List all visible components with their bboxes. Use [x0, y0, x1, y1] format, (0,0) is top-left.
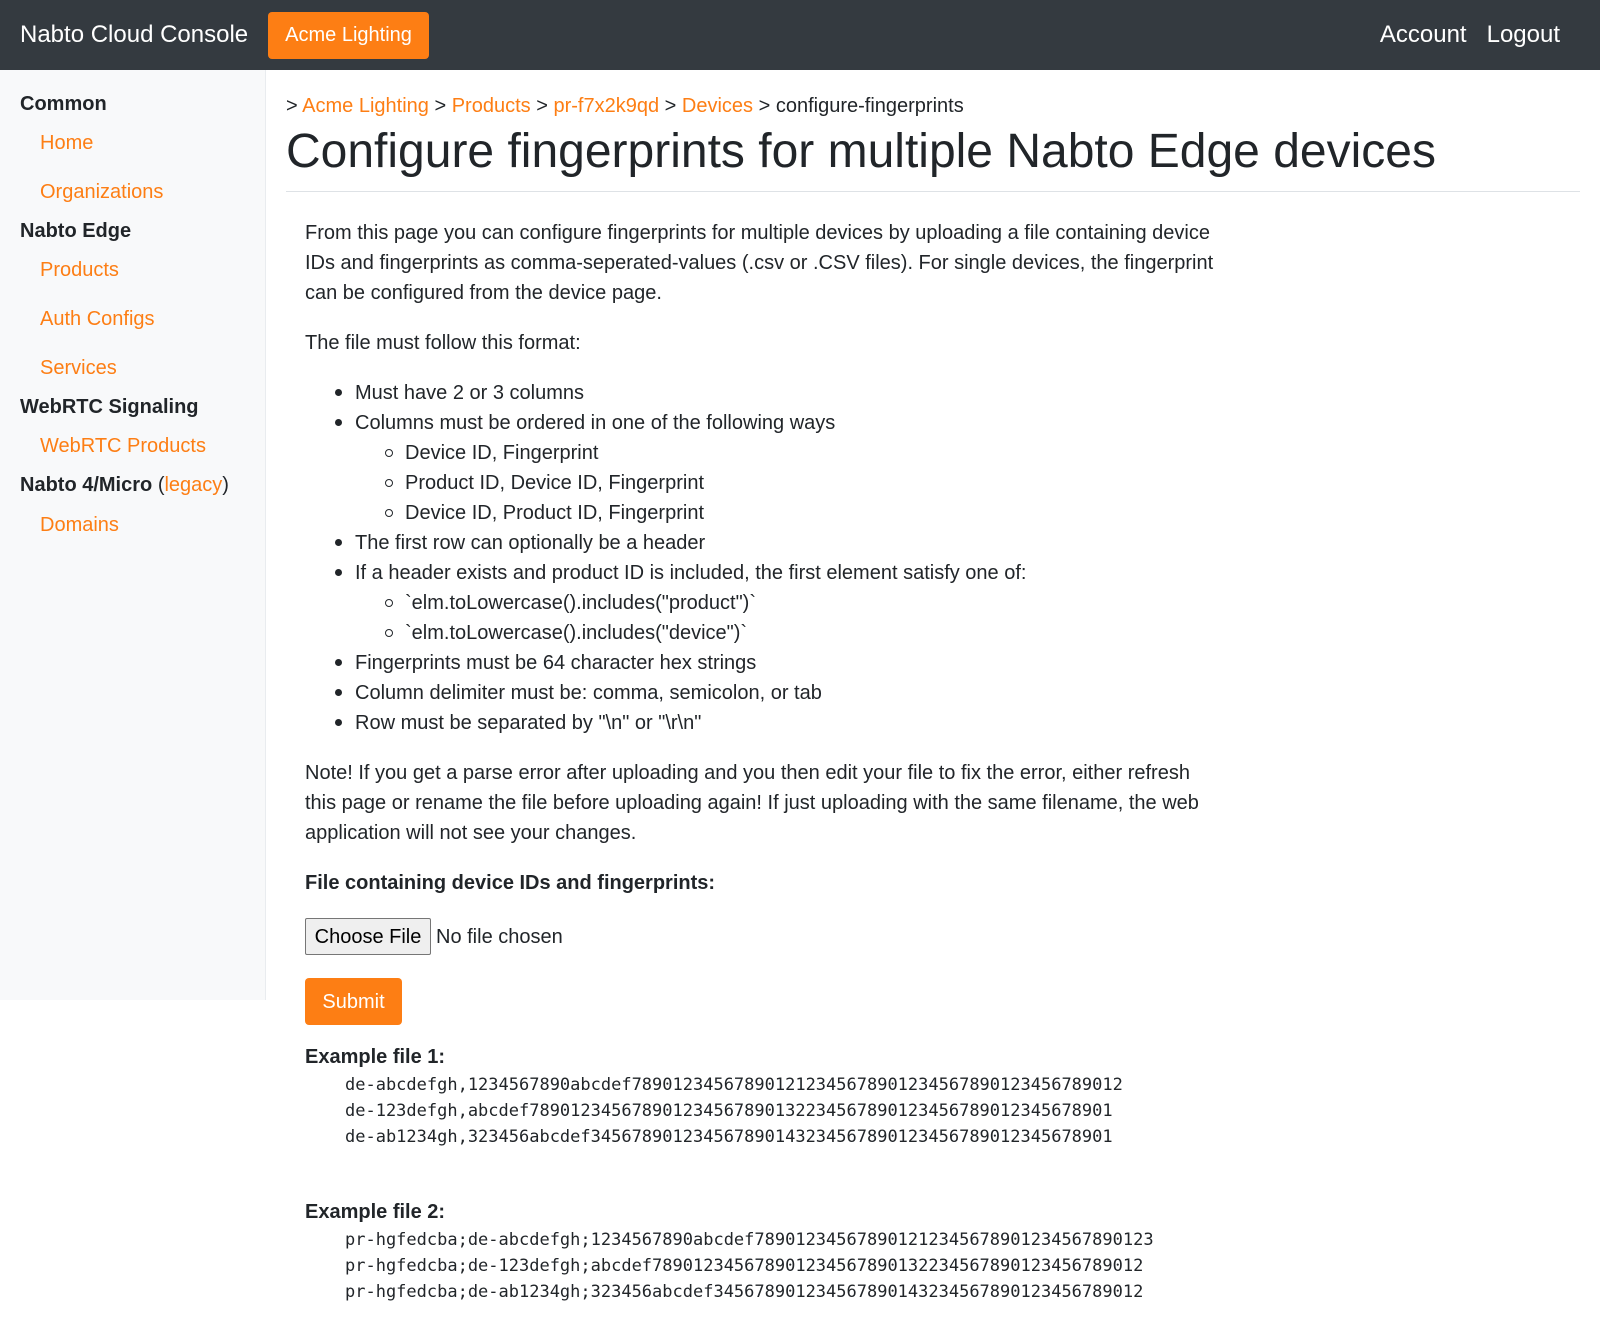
bullet-dot	[335, 689, 342, 696]
legacy-link[interactable]: legacy	[164, 474, 222, 496]
breadcrumb-product-id[interactable]: pr-f7x2k9qd	[553, 95, 659, 117]
bullet-circle	[385, 449, 393, 457]
rule-order-option: Device ID, Fingerprint	[405, 442, 599, 464]
bullet-circle	[385, 479, 393, 487]
sidebar-item-domains[interactable]: Domains	[40, 513, 119, 537]
example2-line: pr-hgfedcba;de-123defgh;abcdef7890123456…	[345, 1256, 1144, 1276]
sidebar-heading-nabto-edge: Nabto Edge	[20, 220, 132, 242]
rule-header-optional: The first row can optionally be a header	[355, 532, 706, 554]
submit-button[interactable]: Submit	[305, 978, 402, 1025]
sidebar-heading-nabto4-micro-label: Nabto 4/Micro	[20, 474, 153, 496]
bullet-dot	[335, 719, 342, 726]
navbar-right-links: Account Logout	[1360, 21, 1560, 49]
sidebar-heading-common: Common	[20, 93, 107, 115]
brand-link[interactable]: Nabto Cloud Console	[20, 21, 248, 49]
page-title: Configure fingerprints for multiple Nabt…	[286, 125, 1436, 178]
example2-line: pr-hgfedcba;de-ab1234gh;323456abcdef3456…	[345, 1282, 1144, 1302]
rule-header-product: If a header exists and product ID is inc…	[355, 562, 1027, 584]
rule-columns-count: Must have 2 or 3 columns	[355, 382, 584, 404]
sidebar-heading-nabto4-micro: Nabto 4/Micro (legacy)	[20, 473, 229, 497]
bullet-dot	[335, 659, 342, 666]
bullet-dot	[335, 419, 342, 426]
breadcrumb-separator: >	[664, 95, 677, 117]
sidebar-item-webrtc-products[interactable]: WebRTC Products	[40, 434, 206, 458]
intro-paragraph: From this page you can configure fingerp…	[305, 222, 1214, 304]
rule-order-option: Product ID, Device ID, Fingerprint	[405, 472, 704, 494]
choose-file-button[interactable]: Choose File	[305, 918, 431, 955]
logout-link[interactable]: Logout	[1487, 21, 1560, 49]
example1-title: Example file 1:	[305, 1046, 446, 1068]
example1-line: de-123defgh,abcdef7890123456789012345678…	[345, 1101, 1113, 1121]
bullet-dot	[335, 539, 342, 546]
example1-line: de-abcdefgh,1234567890abcdef789012345678…	[345, 1075, 1123, 1095]
bullet-circle	[385, 599, 393, 607]
breadcrumb-organization[interactable]: Acme Lighting	[302, 95, 429, 117]
breadcrumb-separator: >	[758, 95, 771, 117]
breadcrumb-separator: >	[286, 95, 298, 117]
bullet-dot	[335, 389, 342, 396]
sidebar-heading-webrtc-signaling: WebRTC Signaling	[20, 396, 199, 418]
sidebar-item-services[interactable]: Services	[40, 356, 117, 380]
rule-fingerprint-length: Fingerprints must be 64 character hex st…	[355, 652, 757, 674]
example1-line: de-ab1234gh,323456abcdef3456789012345678…	[345, 1127, 1113, 1147]
sidebar: Common Home Organizations Nabto Edge Pro…	[0, 70, 266, 1000]
breadcrumb-separator: >	[434, 95, 447, 117]
rule-column-order: Columns must be ordered in one of the fo…	[355, 412, 836, 434]
rule-delimiter: Column delimiter must be: comma, semicol…	[355, 682, 822, 704]
sidebar-item-organizations[interactable]: Organizations	[40, 180, 163, 204]
breadcrumb: > Acme Lighting > Products > pr-f7x2k9qd…	[286, 94, 964, 118]
bullet-dot	[335, 569, 342, 576]
breadcrumb-devices[interactable]: Devices	[682, 95, 753, 117]
sidebar-item-products[interactable]: Products	[40, 258, 119, 282]
rule-header-condition: `elm.toLowercase().includes("device")`	[405, 622, 748, 644]
breadcrumb-current: configure-fingerprints	[775, 95, 964, 117]
paren-close: )	[222, 474, 229, 496]
format-intro: The file must follow this format:	[305, 332, 581, 354]
rule-row-separator: Row must be separated by "\n" or "\r\n"	[355, 712, 702, 734]
file-input-label: File containing device IDs and fingerpri…	[305, 872, 716, 894]
account-link[interactable]: Account	[1380, 21, 1467, 49]
sidebar-item-home[interactable]: Home	[40, 131, 93, 155]
example2-line: pr-hgfedcba;de-abcdefgh;1234567890abcdef…	[345, 1230, 1154, 1250]
organization-button[interactable]: Acme Lighting	[268, 11, 429, 59]
breadcrumb-products[interactable]: Products	[452, 95, 531, 117]
bullet-circle	[385, 629, 393, 637]
title-divider	[286, 191, 1580, 192]
file-status: No file chosen	[436, 926, 563, 948]
top-navbar: Nabto Cloud Console Acme Lighting Accoun…	[0, 0, 1600, 70]
bullet-circle	[385, 509, 393, 517]
rule-order-option: Device ID, Product ID, Fingerprint	[405, 502, 704, 524]
example2-title: Example file 2:	[305, 1201, 446, 1223]
sidebar-item-auth-configs[interactable]: Auth Configs	[40, 307, 155, 331]
note-paragraph: Note! If you get a parse error after upl…	[305, 762, 1199, 844]
breadcrumb-separator: >	[536, 95, 548, 117]
rule-header-condition: `elm.toLowercase().includes("product")`	[405, 592, 756, 614]
